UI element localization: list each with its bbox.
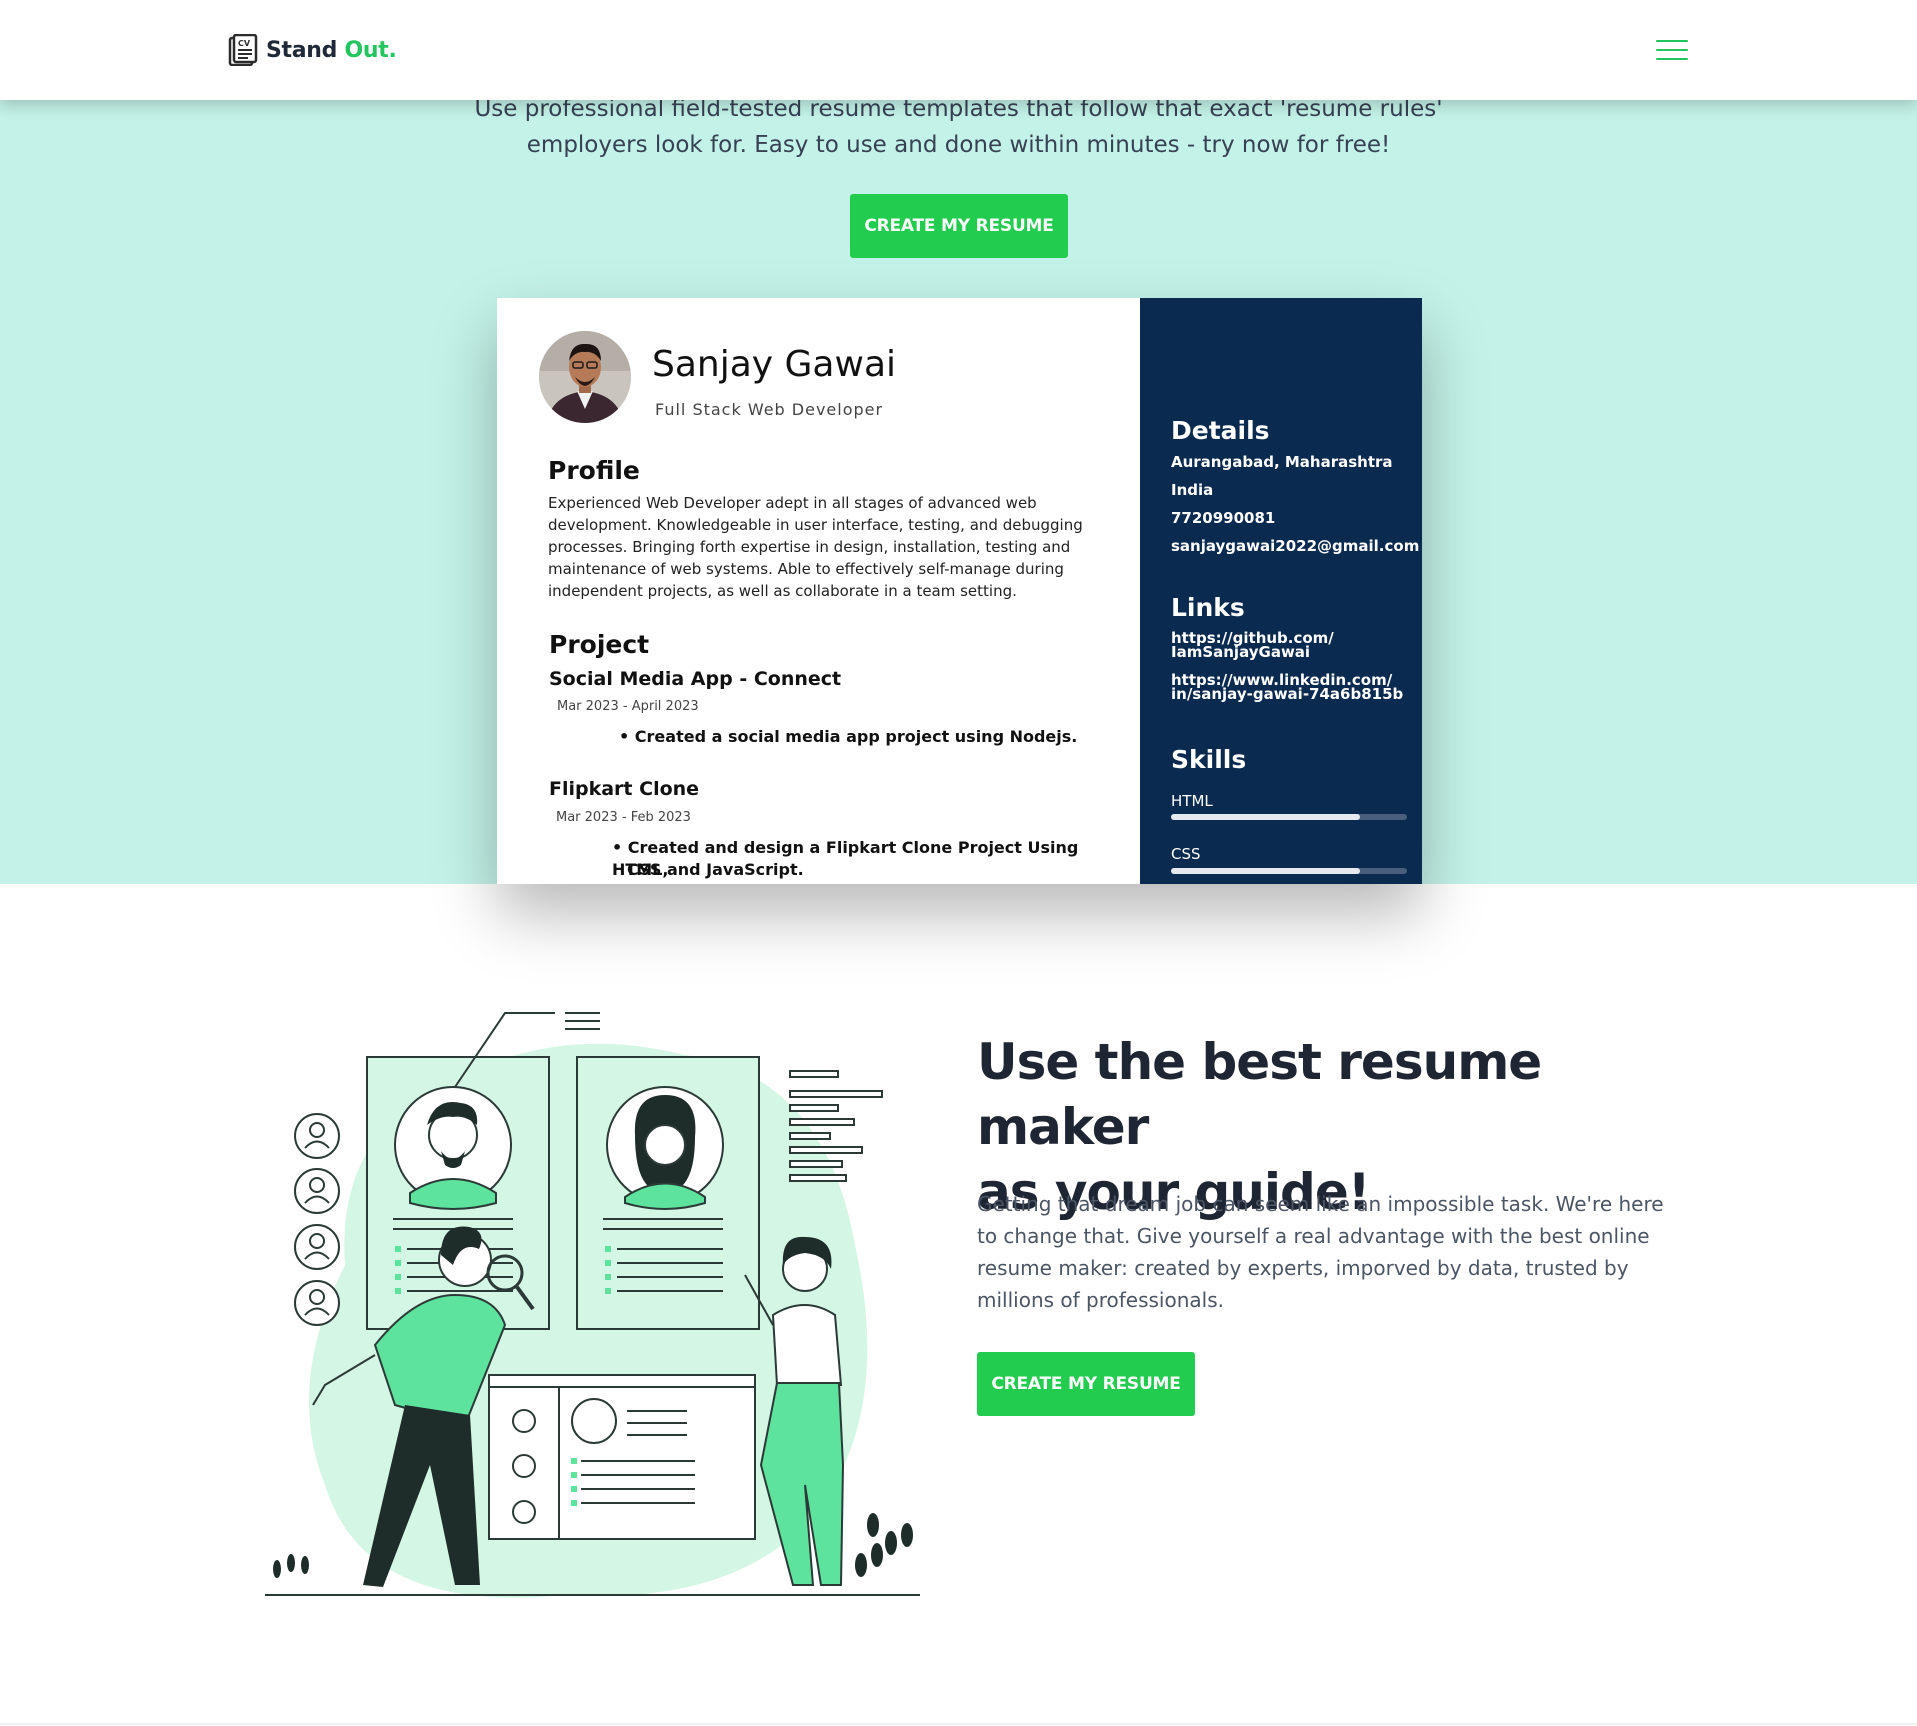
- detail-country: India: [1171, 481, 1214, 499]
- resume-main-column: Sanjay Gawai Full Stack Web Developer Pr…: [497, 298, 1140, 884]
- guide-description: Getting that dream job can seem like an …: [977, 1192, 1664, 1312]
- site-header: CV Stand Out.: [0, 0, 1917, 100]
- resume-sidebar: Details Aurangabad, Maharashtra India 77…: [1140, 298, 1422, 884]
- detail-email: sanjaygawai2022@gmail.com: [1171, 537, 1420, 555]
- links-heading: Links: [1171, 593, 1245, 622]
- resume-preview: Sanjay Gawai Full Stack Web Developer Pr…: [497, 298, 1422, 884]
- skills-heading: Skills: [1171, 745, 1247, 774]
- project-bullet-continued: CSS and JavaScript.: [627, 860, 804, 879]
- hero-description: Use professional field-tested resume tem…: [474, 96, 1443, 158]
- detail-phone: 7720990081: [1171, 509, 1276, 527]
- hamburger-menu-icon[interactable]: [1656, 38, 1688, 62]
- profile-heading: Profile: [548, 456, 640, 485]
- guide-title-line1: Use the best resume maker: [977, 1033, 1542, 1156]
- details-heading: Details: [1171, 416, 1270, 445]
- brand-name-part2: Out.: [344, 37, 397, 63]
- skill-bar: [1171, 814, 1407, 820]
- link-github-line2: IamSanjayGawai: [1171, 643, 1311, 661]
- link-github[interactable]: https://github.com/IamSanjayGawai: [1171, 631, 1334, 661]
- skill-name: HTML: [1171, 792, 1213, 810]
- avatar: [539, 331, 631, 423]
- skill-bar: [1171, 868, 1407, 874]
- project-bullet: • Created a social media app project usi…: [619, 727, 1078, 746]
- svg-text:CV: CV: [238, 39, 251, 48]
- section-divider: [0, 1723, 1917, 1725]
- link-linkedin-line2: in/sanjay-gawai-74a6b815b: [1171, 685, 1404, 703]
- project-heading: Project: [549, 630, 650, 659]
- detail-address: Aurangabad, Maharashtra: [1171, 453, 1393, 471]
- brand-name-part1: Stand: [266, 37, 338, 63]
- skill-name: CSS: [1171, 845, 1201, 863]
- hamburger-line: [1656, 49, 1688, 51]
- resume-job-title: Full Stack Web Developer: [655, 400, 884, 419]
- skill-bar-fill: [1171, 868, 1360, 874]
- hamburger-line: [1656, 58, 1688, 60]
- brand-name: Stand Out.: [266, 38, 397, 63]
- resume-name: Sanjay Gawai: [652, 344, 897, 385]
- profile-text: Experienced Web Developer adept in all s…: [548, 494, 1083, 600]
- project-dates: Mar 2023 - April 2023: [557, 699, 699, 714]
- brand-logo[interactable]: CV Stand Out.: [228, 34, 397, 66]
- cv-document-icon: CV: [228, 34, 258, 66]
- project-bullet-text: Created a social media app project using…: [634, 727, 1078, 746]
- project-name: Flipkart Clone: [549, 778, 700, 800]
- skill-bar-fill: [1171, 814, 1360, 820]
- create-resume-button[interactable]: CREATE MY RESUME: [850, 194, 1068, 258]
- resume-review-illustration: [265, 1012, 920, 1598]
- avatar-photo: [539, 331, 631, 423]
- link-linkedin[interactable]: https://www.linkedin.com/in/sanjay-gawai…: [1171, 673, 1404, 703]
- project-dates: Mar 2023 - Feb 2023: [556, 810, 691, 825]
- hamburger-line: [1656, 40, 1688, 42]
- project-name: Social Media App - Connect: [549, 668, 842, 690]
- create-resume-button[interactable]: CREATE MY RESUME: [977, 1352, 1195, 1416]
